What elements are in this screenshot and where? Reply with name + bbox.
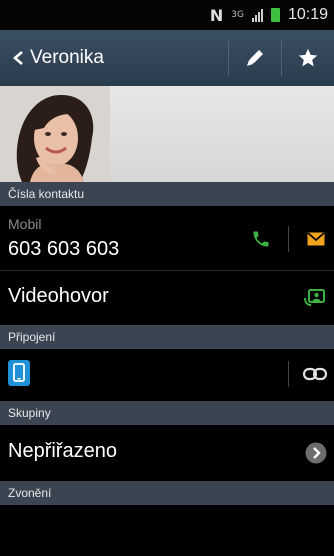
- call-button[interactable]: [246, 224, 276, 254]
- chevron-left-icon: [13, 51, 23, 65]
- groups-row[interactable]: Nepřiřazeno: [0, 425, 334, 481]
- favorite-button[interactable]: [282, 30, 334, 86]
- phone-number: 603 603 603: [8, 238, 120, 260]
- contact-photo[interactable]: [0, 86, 110, 182]
- section-header-groups: Skupiny: [0, 401, 334, 425]
- ringtone-row[interactable]: [0, 505, 334, 556]
- pencil-icon: [247, 50, 263, 66]
- status-time: 10:19: [287, 6, 328, 23]
- video-call-label: Videohovor: [8, 285, 109, 307]
- group-value: Nepřiřazeno: [8, 440, 117, 462]
- link-button[interactable]: [298, 361, 332, 387]
- status-bar: N 3G 10:19: [0, 0, 334, 30]
- phone-type-label: Mobil: [8, 216, 42, 232]
- device-icon: [8, 360, 30, 386]
- chevron-right-icon: [304, 441, 328, 465]
- contact-name-title: Veronika: [30, 47, 104, 68]
- avatar: [0, 86, 110, 182]
- phone-icon: [253, 231, 269, 247]
- battery-icon: [270, 8, 280, 22]
- phone-number-row[interactable]: Mobil 603 603 603: [0, 206, 334, 270]
- signal-icon: [251, 8, 263, 22]
- section-header-ringtone: Zvonění: [0, 481, 334, 505]
- message-button[interactable]: [302, 226, 330, 252]
- video-call-row[interactable]: Videohovor: [0, 271, 334, 325]
- contact-photo-area: [0, 86, 334, 182]
- action-bar: Veronika: [0, 30, 334, 86]
- star-icon: [298, 48, 318, 67]
- section-header-contact-numbers: Čísla kontaktu: [0, 182, 334, 206]
- divider: [288, 361, 289, 387]
- connection-row[interactable]: [0, 349, 334, 401]
- video-call-button[interactable]: [300, 285, 330, 311]
- envelope-icon: [307, 232, 325, 246]
- network-type-icon: 3G: [231, 9, 244, 20]
- back-button[interactable]: Veronika: [0, 30, 228, 86]
- nfc-icon: N: [209, 5, 224, 25]
- divider: [288, 226, 289, 252]
- edit-button[interactable]: [229, 30, 281, 86]
- video-call-icon: [304, 289, 325, 306]
- section-header-connection: Připojení: [0, 325, 334, 349]
- link-icon: [303, 367, 327, 381]
